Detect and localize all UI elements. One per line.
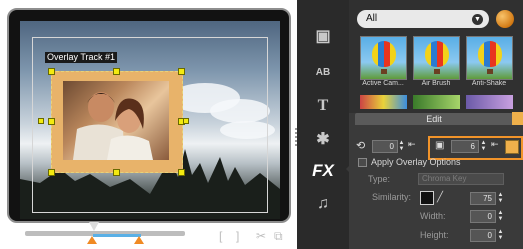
width-label: Width:: [420, 211, 446, 221]
library-thumbnail[interactable]: [360, 95, 407, 109]
library-filter-dropdown[interactable]: All ▼: [357, 10, 489, 28]
type-label: Type:: [368, 174, 391, 184]
step-sidebar: ▣ AB T ✱ FX ♫: [297, 0, 349, 249]
chevron-down-icon: ▼: [472, 14, 483, 25]
corner-handle[interactable]: [38, 118, 44, 124]
library-thumbnail[interactable]: [466, 95, 513, 109]
overlay-photo: [63, 81, 169, 160]
resize-handle[interactable]: [113, 68, 120, 75]
eyedropper-icon[interactable]: ╱: [437, 192, 443, 203]
library-thumbnail[interactable]: [413, 95, 460, 109]
rotation-input[interactable]: 0: [372, 140, 398, 153]
height-stepper[interactable]: ▲ ▼: [497, 229, 504, 242]
basket-shape: [381, 69, 387, 74]
rotate-icon: ⟲: [356, 140, 366, 152]
overlay-clip[interactable]: [51, 71, 183, 173]
resize-handle[interactable]: [48, 68, 55, 75]
panel-edge-accent: [512, 112, 523, 125]
similarity-color-swatch[interactable]: [420, 191, 434, 205]
playhead-marker[interactable]: [89, 222, 99, 231]
width-stepper[interactable]: ▲ ▼: [497, 210, 504, 223]
fx-icon[interactable]: FX: [305, 157, 341, 185]
reset-icon[interactable]: ⇤: [408, 139, 416, 150]
copy-icon[interactable]: ⧉: [274, 230, 283, 242]
filter-value: All: [366, 13, 378, 24]
reset-icon[interactable]: ⇤: [491, 139, 499, 150]
border-stepper[interactable]: ▲ ▼: [480, 140, 487, 153]
scissors-icon[interactable]: ✂: [256, 230, 266, 242]
media-icon[interactable]: ▣: [305, 22, 341, 50]
library-thumbnail[interactable]: [360, 36, 407, 80]
resize-handle[interactable]: [48, 118, 55, 125]
similarity-input[interactable]: 75: [470, 192, 496, 205]
basket-shape: [487, 69, 493, 74]
width-input[interactable]: 0: [470, 210, 496, 223]
basket-shape: [434, 69, 440, 74]
overlay-track-label: Overlay Track #1: [45, 52, 118, 63]
transition-icon[interactable]: AB: [305, 58, 341, 86]
thumbnail-label: Anti-Shake: [471, 80, 507, 87]
resize-handle[interactable]: [113, 169, 120, 176]
title-icon[interactable]: T: [305, 92, 341, 120]
mark-out-button[interactable]: ]: [236, 230, 239, 242]
resize-handle[interactable]: [48, 169, 55, 176]
border-color-swatch[interactable]: [505, 140, 519, 154]
balloon-image: [478, 41, 502, 67]
thumbnail-label: Air Brush: [421, 80, 451, 87]
height-input[interactable]: 0: [470, 229, 496, 242]
thumbnail-label: Active Cam...: [362, 80, 404, 87]
library-thumbnail[interactable]: [413, 36, 460, 80]
audio-icon[interactable]: ♫: [305, 190, 341, 218]
library-options-icon[interactable]: [496, 10, 514, 28]
graphic-icon[interactable]: ✱: [305, 125, 341, 153]
apply-overlay-label: Apply Overlay Options: [371, 157, 461, 167]
mark-in-button[interactable]: [: [219, 230, 222, 242]
corner-handle[interactable]: [183, 118, 189, 124]
balloon-image: [372, 41, 396, 67]
apply-overlay-checkbox[interactable]: [358, 158, 367, 167]
similarity-stepper[interactable]: ▲ ▼: [497, 192, 504, 205]
type-dropdown[interactable]: Chroma Key: [418, 173, 504, 185]
rotation-stepper[interactable]: ▲ ▼: [398, 140, 405, 153]
similarity-label: Similarity:: [372, 192, 412, 202]
border-width-input[interactable]: 6: [451, 140, 479, 153]
mark-out-handle[interactable]: [134, 236, 144, 244]
balloon-image: [425, 41, 449, 67]
border-icon: ▣: [435, 140, 445, 151]
height-label: Height:: [420, 230, 449, 240]
preview-panel: Overlay Track #1 [ ] ✂ ⧉: [0, 0, 297, 249]
tab-edit[interactable]: Edit: [355, 113, 513, 125]
resize-handle[interactable]: [178, 68, 185, 75]
resize-handle[interactable]: [178, 169, 185, 176]
library-thumbnail[interactable]: [466, 36, 513, 80]
mark-in-handle[interactable]: [87, 236, 97, 244]
